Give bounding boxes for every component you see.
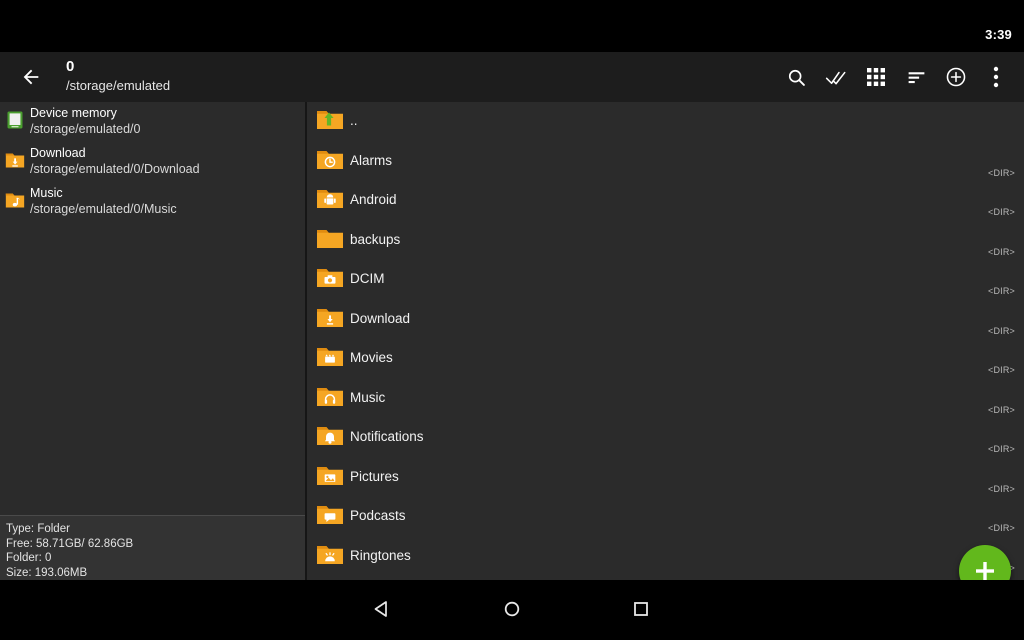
folder-movies-icon: [316, 345, 344, 369]
folder-download-icon: [316, 306, 344, 330]
dir-badge: <DIR>: [987, 246, 1015, 257]
nav-recents-icon: [634, 602, 648, 616]
add-button[interactable]: [936, 52, 976, 102]
app-screen: 3:39 0 /storage/emulated Device memory /…: [0, 0, 1024, 640]
search-button[interactable]: [776, 52, 816, 102]
folder-android-icon: [316, 187, 344, 211]
list-item[interactable]: Movies <DIR>: [307, 339, 1024, 379]
list-item-name: Podcasts: [350, 508, 406, 523]
dir-badge: <DIR>: [987, 404, 1015, 415]
list-item-name: Pictures: [350, 468, 399, 484]
path-title-block[interactable]: 0 /storage/emulated: [66, 57, 170, 95]
list-item-name: ..: [350, 113, 358, 128]
list-item-name: Download: [350, 310, 411, 326]
dir-badge: <DIR>: [987, 523, 1015, 533]
dir-badge: <DIR>: [987, 167, 1015, 178]
sidebar-item-label: Download: [30, 146, 86, 160]
list-item-name: Alarms: [350, 152, 393, 168]
info-size: Size: 193.06MB: [6, 566, 88, 579]
dir-badge: <DIR>: [987, 444, 1015, 454]
folder-alarm-icon: [316, 148, 344, 172]
list-item-name: Android: [350, 192, 397, 207]
list-item[interactable]: Android <DIR>: [307, 181, 1024, 221]
favorites-sidebar: Device memory /storage/emulated/0 Downlo…: [0, 102, 305, 580]
list-item[interactable]: Ringtones <DIR>: [307, 537, 1024, 577]
device-memory-icon: [5, 110, 25, 130]
sort-icon: [908, 71, 924, 83]
folder-camera-icon: [316, 266, 344, 290]
folder-ringtones-icon: [316, 543, 344, 567]
search-icon: [788, 69, 805, 86]
sidebar-item-label: Music: [30, 186, 63, 200]
list-item-name: Movies: [350, 350, 393, 365]
sidebar-item-download[interactable]: Download /storage/emulated/0/Download: [0, 142, 305, 182]
info-type: Type: Folder: [6, 523, 70, 535]
folder-plain-icon: [316, 227, 344, 251]
selection-info-panel: Type: Folder Free: 58.71GB/ 62.86GB Fold…: [0, 515, 305, 580]
breadcrumb-path: /storage/emulated: [66, 78, 171, 93]
list-item[interactable]: ..: [307, 102, 1024, 142]
list-item[interactable]: backups <DIR>: [307, 221, 1024, 261]
list-item-name: Music: [350, 389, 386, 405]
nav-recents-button[interactable]: [621, 594, 661, 624]
list-item-name: backups: [350, 231, 401, 247]
folder-music-icon: [316, 385, 344, 409]
folder-music-icon: [5, 190, 25, 210]
list-item-name: DCIM: [350, 271, 385, 286]
add-circle-icon: [946, 67, 966, 87]
nav-back-button[interactable]: [362, 594, 402, 624]
dir-badge: <DIR>: [987, 207, 1015, 217]
list-item[interactable]: Pictures <DIR>: [307, 458, 1024, 498]
list-item[interactable]: Alarms <DIR>: [307, 142, 1024, 182]
nav-home-button[interactable]: [492, 594, 532, 624]
status-bar-clock: 3:39: [985, 27, 1012, 42]
sidebar-item-path: /storage/emulated/0/Music: [30, 202, 177, 216]
overflow-menu-button[interactable]: [976, 52, 1016, 102]
sidebar-item-device-memory[interactable]: Device memory /storage/emulated/0: [0, 102, 305, 142]
app-bar: 0 /storage/emulated: [0, 52, 1024, 147]
list-item[interactable]: Podcasts <DIR>: [307, 497, 1024, 537]
folder-up-icon: [316, 108, 344, 132]
dir-badge: <DIR>: [987, 286, 1015, 296]
list-item-name: Ringtones: [350, 547, 411, 563]
back-button[interactable]: [16, 62, 46, 92]
app-bar-actions: [776, 52, 1016, 102]
sidebar-item-path: /storage/emulated/0/Download: [30, 162, 200, 176]
arrow-left-icon: [23, 69, 39, 85]
folder-download-icon: [5, 150, 25, 170]
list-item[interactable]: Notifications <DIR>: [307, 418, 1024, 458]
sort-button[interactable]: [896, 52, 936, 102]
nav-home-icon: [504, 601, 520, 617]
file-list: .. Alarms <DIR> Android <DIR> backups <D…: [307, 102, 1024, 580]
folder-pictures-icon: [316, 464, 344, 488]
select-all-icon: [825, 71, 845, 84]
grid-view-button[interactable]: [856, 52, 896, 102]
list-item-name: Notifications: [350, 429, 424, 444]
nav-back-icon: [374, 601, 387, 617]
list-item[interactable]: Music <DIR>: [307, 379, 1024, 419]
sidebar-item-path: /storage/emulated/0: [30, 122, 141, 136]
dir-badge: <DIR>: [987, 483, 1015, 494]
select-all-button[interactable]: [816, 52, 856, 102]
info-free: Free: 58.71GB/ 62.86GB: [6, 537, 134, 550]
info-folder: Folder: 0: [6, 552, 52, 564]
dir-badge: <DIR>: [987, 365, 1015, 375]
overflow-menu-icon: [993, 66, 999, 88]
sidebar-item-music[interactable]: Music /storage/emulated/0/Music: [0, 182, 305, 222]
page-title: 0: [66, 58, 75, 75]
sidebar-item-label: Device memory: [30, 106, 117, 120]
status-bar: 3:39: [0, 0, 1024, 52]
dir-badge: <DIR>: [987, 325, 1015, 336]
folder-notification-icon: [316, 424, 344, 448]
list-item[interactable]: Download <DIR>: [307, 300, 1024, 340]
list-item[interactable]: DCIM <DIR>: [307, 260, 1024, 300]
android-nav-bar: [0, 580, 1024, 640]
folder-podcasts-icon: [316, 503, 344, 527]
grid-view-icon: [867, 68, 885, 86]
